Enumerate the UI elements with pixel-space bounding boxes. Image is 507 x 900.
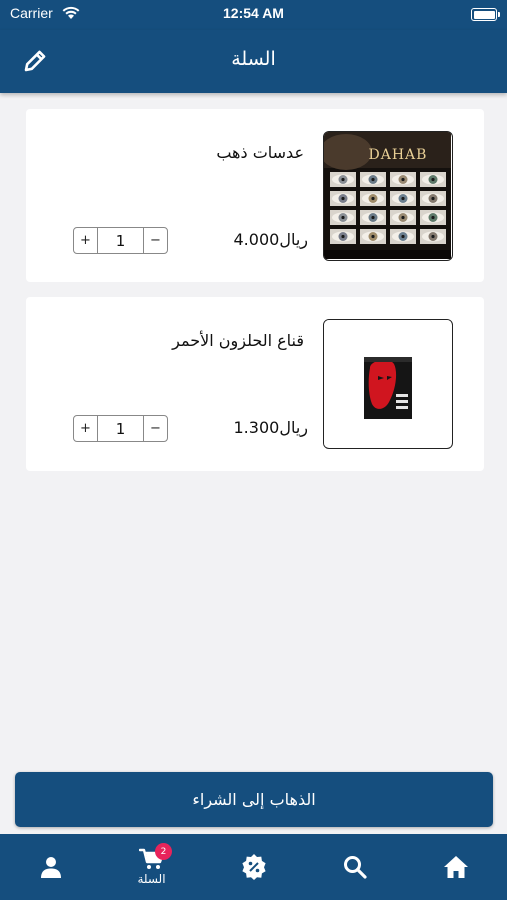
cart-count-badge: 2 xyxy=(155,843,172,860)
status-bar: Carrier 12:54 AM xyxy=(0,0,507,30)
tab-cart[interactable]: السلة 2 xyxy=(101,834,202,900)
nav-bar: السلة xyxy=(0,30,507,93)
tab-profile[interactable] xyxy=(0,834,101,900)
quantity-value: 1 xyxy=(97,416,144,441)
tab-offers[interactable] xyxy=(203,834,304,900)
tab-search[interactable] xyxy=(304,834,405,900)
product-image-dahab[interactable]: DAHAB xyxy=(323,131,453,261)
cart-item: قناع الحلزون الأحمر 1.300ريال + 1 − xyxy=(26,297,484,471)
search-icon xyxy=(343,856,367,879)
cart-item: DAHAB عدسات ذهب 4.000ريال + 1 − xyxy=(26,109,484,282)
profile-icon xyxy=(40,857,61,878)
quantity-stepper: + 1 − xyxy=(73,415,168,442)
product-name[interactable]: عدسات ذهب xyxy=(216,143,304,162)
dahab-logo: DAHAB xyxy=(369,147,428,163)
page-title: السلة xyxy=(231,48,276,70)
tab-home[interactable] xyxy=(405,834,506,900)
battery-icon xyxy=(471,8,500,21)
product-name[interactable]: قناع الحلزون الأحمر xyxy=(172,331,304,350)
badge-icon xyxy=(241,854,266,880)
tab-bar: السلة 2 xyxy=(0,834,507,900)
increase-button[interactable]: + xyxy=(74,416,97,441)
increase-button[interactable]: + xyxy=(74,228,97,253)
quantity-stepper: + 1 − xyxy=(73,227,168,254)
product-price: 1.300ريال xyxy=(233,418,309,437)
decrease-button[interactable]: − xyxy=(144,416,167,441)
clock: 12:54 AM xyxy=(223,5,284,21)
checkout-button[interactable]: الذهاب إلى الشراء xyxy=(15,772,493,827)
product-price: 4.000ريال xyxy=(233,230,309,249)
quantity-value: 1 xyxy=(97,228,144,253)
tab-cart-label: السلة xyxy=(137,872,166,886)
decrease-button[interactable]: − xyxy=(144,228,167,253)
product-image-red-snail-mask[interactable] xyxy=(323,319,453,449)
home-icon xyxy=(443,856,468,878)
